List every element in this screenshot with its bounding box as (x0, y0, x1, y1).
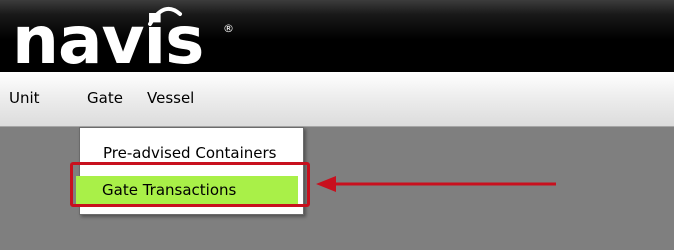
menu-gate[interactable]: Gate (87, 88, 123, 108)
logo-swoosh-icon (148, 6, 182, 26)
menu-vessel[interactable]: Vessel (147, 88, 194, 108)
navis-logo: navis ® (12, 2, 242, 74)
left-arrow-icon (316, 176, 556, 192)
menu-item-pre-advised-containers[interactable]: Pre-advised Containers (103, 143, 276, 163)
annotation-callout-box (70, 162, 310, 207)
app-header: navis ® (0, 0, 674, 74)
registered-mark: ® (223, 22, 234, 35)
menu-bar: Unit Gate Vessel (0, 72, 674, 127)
menu-unit[interactable]: Unit (9, 88, 40, 108)
